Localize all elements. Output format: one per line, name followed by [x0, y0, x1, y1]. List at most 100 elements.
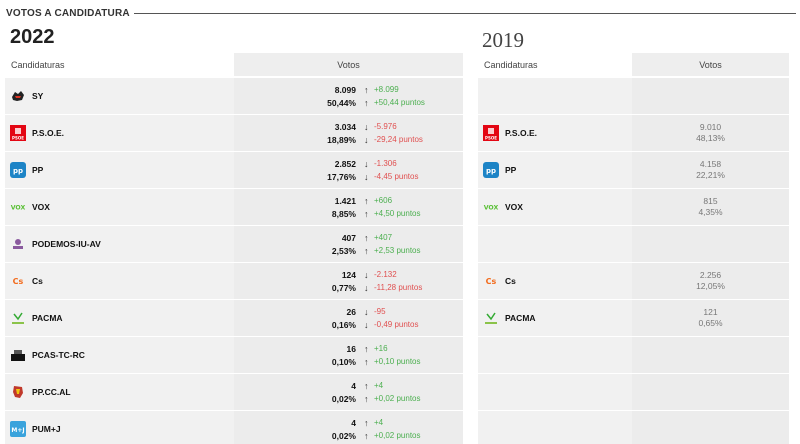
party-cell: [478, 374, 632, 410]
percent-line: 0,02% ↑ +0,02 puntos: [316, 392, 463, 405]
percent-delta: +0,02 puntos: [374, 431, 421, 440]
svg-text:VOX: VOX: [484, 205, 499, 212]
vote-percent: 0,02%: [331, 430, 356, 441]
party-name: PCAS-TC-RC: [32, 350, 85, 360]
percent-line: 17,76% ↓ -4,45 puntos: [316, 170, 463, 183]
pumj-logo-icon: M+J: [10, 421, 26, 437]
table-row: PACMA 121 0,65%: [478, 300, 789, 336]
vote-delta: -95: [374, 307, 386, 316]
party-cell: [478, 78, 632, 114]
svg-text:pp: pp: [486, 167, 496, 175]
party-cell: PACMA: [478, 300, 632, 336]
votes-cell: [632, 337, 789, 373]
votes-cell: 2.852 ↓ -1.306 17,76% ↓ -4,45 puntos: [234, 152, 463, 188]
votes-line: 1.421 ↑ +606: [316, 194, 463, 207]
arrow-up-icon: ↑: [364, 245, 369, 256]
table-row: [478, 78, 789, 114]
vote-percent: 50,44%: [327, 97, 356, 108]
podemos-logo-icon: [10, 236, 26, 252]
arrow-down-icon: ↓: [364, 158, 369, 169]
votes-cell: 4 ↑ +4 0,02% ↑ +0,02 puntos: [234, 411, 463, 444]
column-header-votes: Votos: [632, 53, 789, 76]
vote-delta: +407: [374, 233, 393, 242]
arrow-down-icon: ↓: [364, 171, 369, 182]
votes-cell: 2.256 12,05%: [632, 263, 789, 299]
percent-delta: -0,49 puntos: [374, 320, 419, 329]
pp-logo-icon: pp: [10, 162, 26, 178]
column-header-party: Candidaturas: [11, 59, 65, 70]
svg-text:Cs: Cs: [486, 277, 497, 286]
percent-delta: -29,24 puntos: [374, 135, 423, 144]
votes-cell: [632, 226, 789, 262]
vox-logo-icon: VOX: [483, 199, 499, 215]
year-heading-previous: 2019: [482, 28, 524, 52]
arrow-up-icon: ↑: [364, 356, 369, 367]
vote-percent: 18,89%: [327, 134, 356, 145]
vote-percent: 17,76%: [327, 171, 356, 182]
section-divider: [133, 12, 796, 14]
party-name: P.S.O.E.: [505, 128, 537, 138]
party-name: PP: [32, 165, 44, 175]
percent-line: 0,77% ↓ -11,28 puntos: [316, 281, 463, 294]
vote-percent: 0,02%: [331, 393, 356, 404]
votes-cell: 1.421 ↑ +606 8,85% ↑ +4,50 puntos: [234, 189, 463, 225]
table-header: Candidaturas Votos: [5, 53, 463, 76]
ppccal-logo-icon: [10, 384, 26, 400]
svg-text:VOX: VOX: [11, 205, 26, 212]
votes-cell: 4 ↑ +4 0,02% ↑ +0,02 puntos: [234, 374, 463, 410]
party-cell: pp PP: [5, 152, 234, 188]
votes-cell: 407 ↑ +407 2,53% ↑ +2,53 puntos: [234, 226, 463, 262]
arrow-down-icon: ↓: [364, 319, 369, 330]
vox-logo-icon: VOX: [10, 199, 26, 215]
arrow-up-icon: ↑: [364, 417, 369, 428]
party-cell: SY: [5, 78, 234, 114]
votes-line: 4 ↑ +4: [316, 416, 463, 429]
vote-count: 407: [341, 232, 356, 243]
table-row: PCAS-TC-RC 16 ↑ +16 0,10% ↑ +0,10 puntos: [5, 337, 463, 373]
votes-cell: 121 0,65%: [632, 300, 789, 336]
votes-line: 4 ↑ +4: [316, 379, 463, 392]
percent-delta: +0,02 puntos: [374, 394, 421, 403]
percent-delta: -11,28 puntos: [374, 283, 423, 292]
psoe-logo-icon: PSOE: [10, 125, 26, 141]
arrow-up-icon: ↑: [364, 343, 369, 354]
table-row: SY 8.099 ↑ +8.099 50,44% ↑ +50,44 puntos: [5, 78, 463, 114]
vote-delta: +16: [374, 344, 388, 353]
table-row: PACMA 26 ↓ -95 0,16% ↓ -0,49 puntos: [5, 300, 463, 336]
year-heading-current: 2022: [10, 26, 55, 48]
svg-text:Cs: Cs: [13, 277, 24, 286]
table-row: PSOE P.S.O.E. 9.010 48,13%: [478, 115, 789, 151]
svg-text:PSOE: PSOE: [12, 136, 24, 141]
percent-line: 8,85% ↑ +4,50 puntos: [316, 207, 463, 220]
arrow-up-icon: ↑: [364, 97, 369, 108]
vote-count: 3.034: [334, 121, 356, 132]
arrow-up-icon: ↑: [364, 430, 369, 441]
votes-cell: 9.010 48,13%: [632, 115, 789, 151]
table-row: [478, 374, 789, 410]
party-cell: Cs Cs: [478, 263, 632, 299]
party-cell: Cs Cs: [5, 263, 234, 299]
column-header-party: Candidaturas: [484, 59, 538, 70]
percent-line: 0,16% ↓ -0,49 puntos: [316, 318, 463, 331]
arrow-up-icon: ↑: [364, 380, 369, 391]
arrow-up-icon: ↑: [364, 208, 369, 219]
party-cell: PACMA: [5, 300, 234, 336]
table-row: Cs Cs 124 ↓ -2.132 0,77% ↓ -11,28 puntos: [5, 263, 463, 299]
votes-cell: 16 ↑ +16 0,10% ↑ +0,10 puntos: [234, 337, 463, 373]
table-row: [478, 226, 789, 262]
votes-line: 2.852 ↓ -1.306: [316, 157, 463, 170]
vote-delta: +4: [374, 418, 384, 427]
vote-percent: 0,77%: [331, 282, 356, 293]
votes-cell: 4.158 22,21%: [632, 152, 789, 188]
vote-percent: 0,10%: [331, 356, 356, 367]
vote-count: 16: [346, 343, 356, 354]
party-name: PP: [505, 165, 517, 175]
svg-text:pp: pp: [13, 167, 23, 175]
party-name: PACMA: [505, 313, 536, 323]
vote-percent: 0,16%: [331, 319, 356, 330]
vote-percent: 0,65%: [698, 318, 723, 328]
percent-line: 50,44% ↑ +50,44 puntos: [316, 96, 463, 109]
vote-delta: -5.976: [374, 122, 397, 131]
votes-line: 8.099 ↑ +8.099: [316, 83, 463, 96]
arrow-up-icon: ↑: [364, 232, 369, 243]
